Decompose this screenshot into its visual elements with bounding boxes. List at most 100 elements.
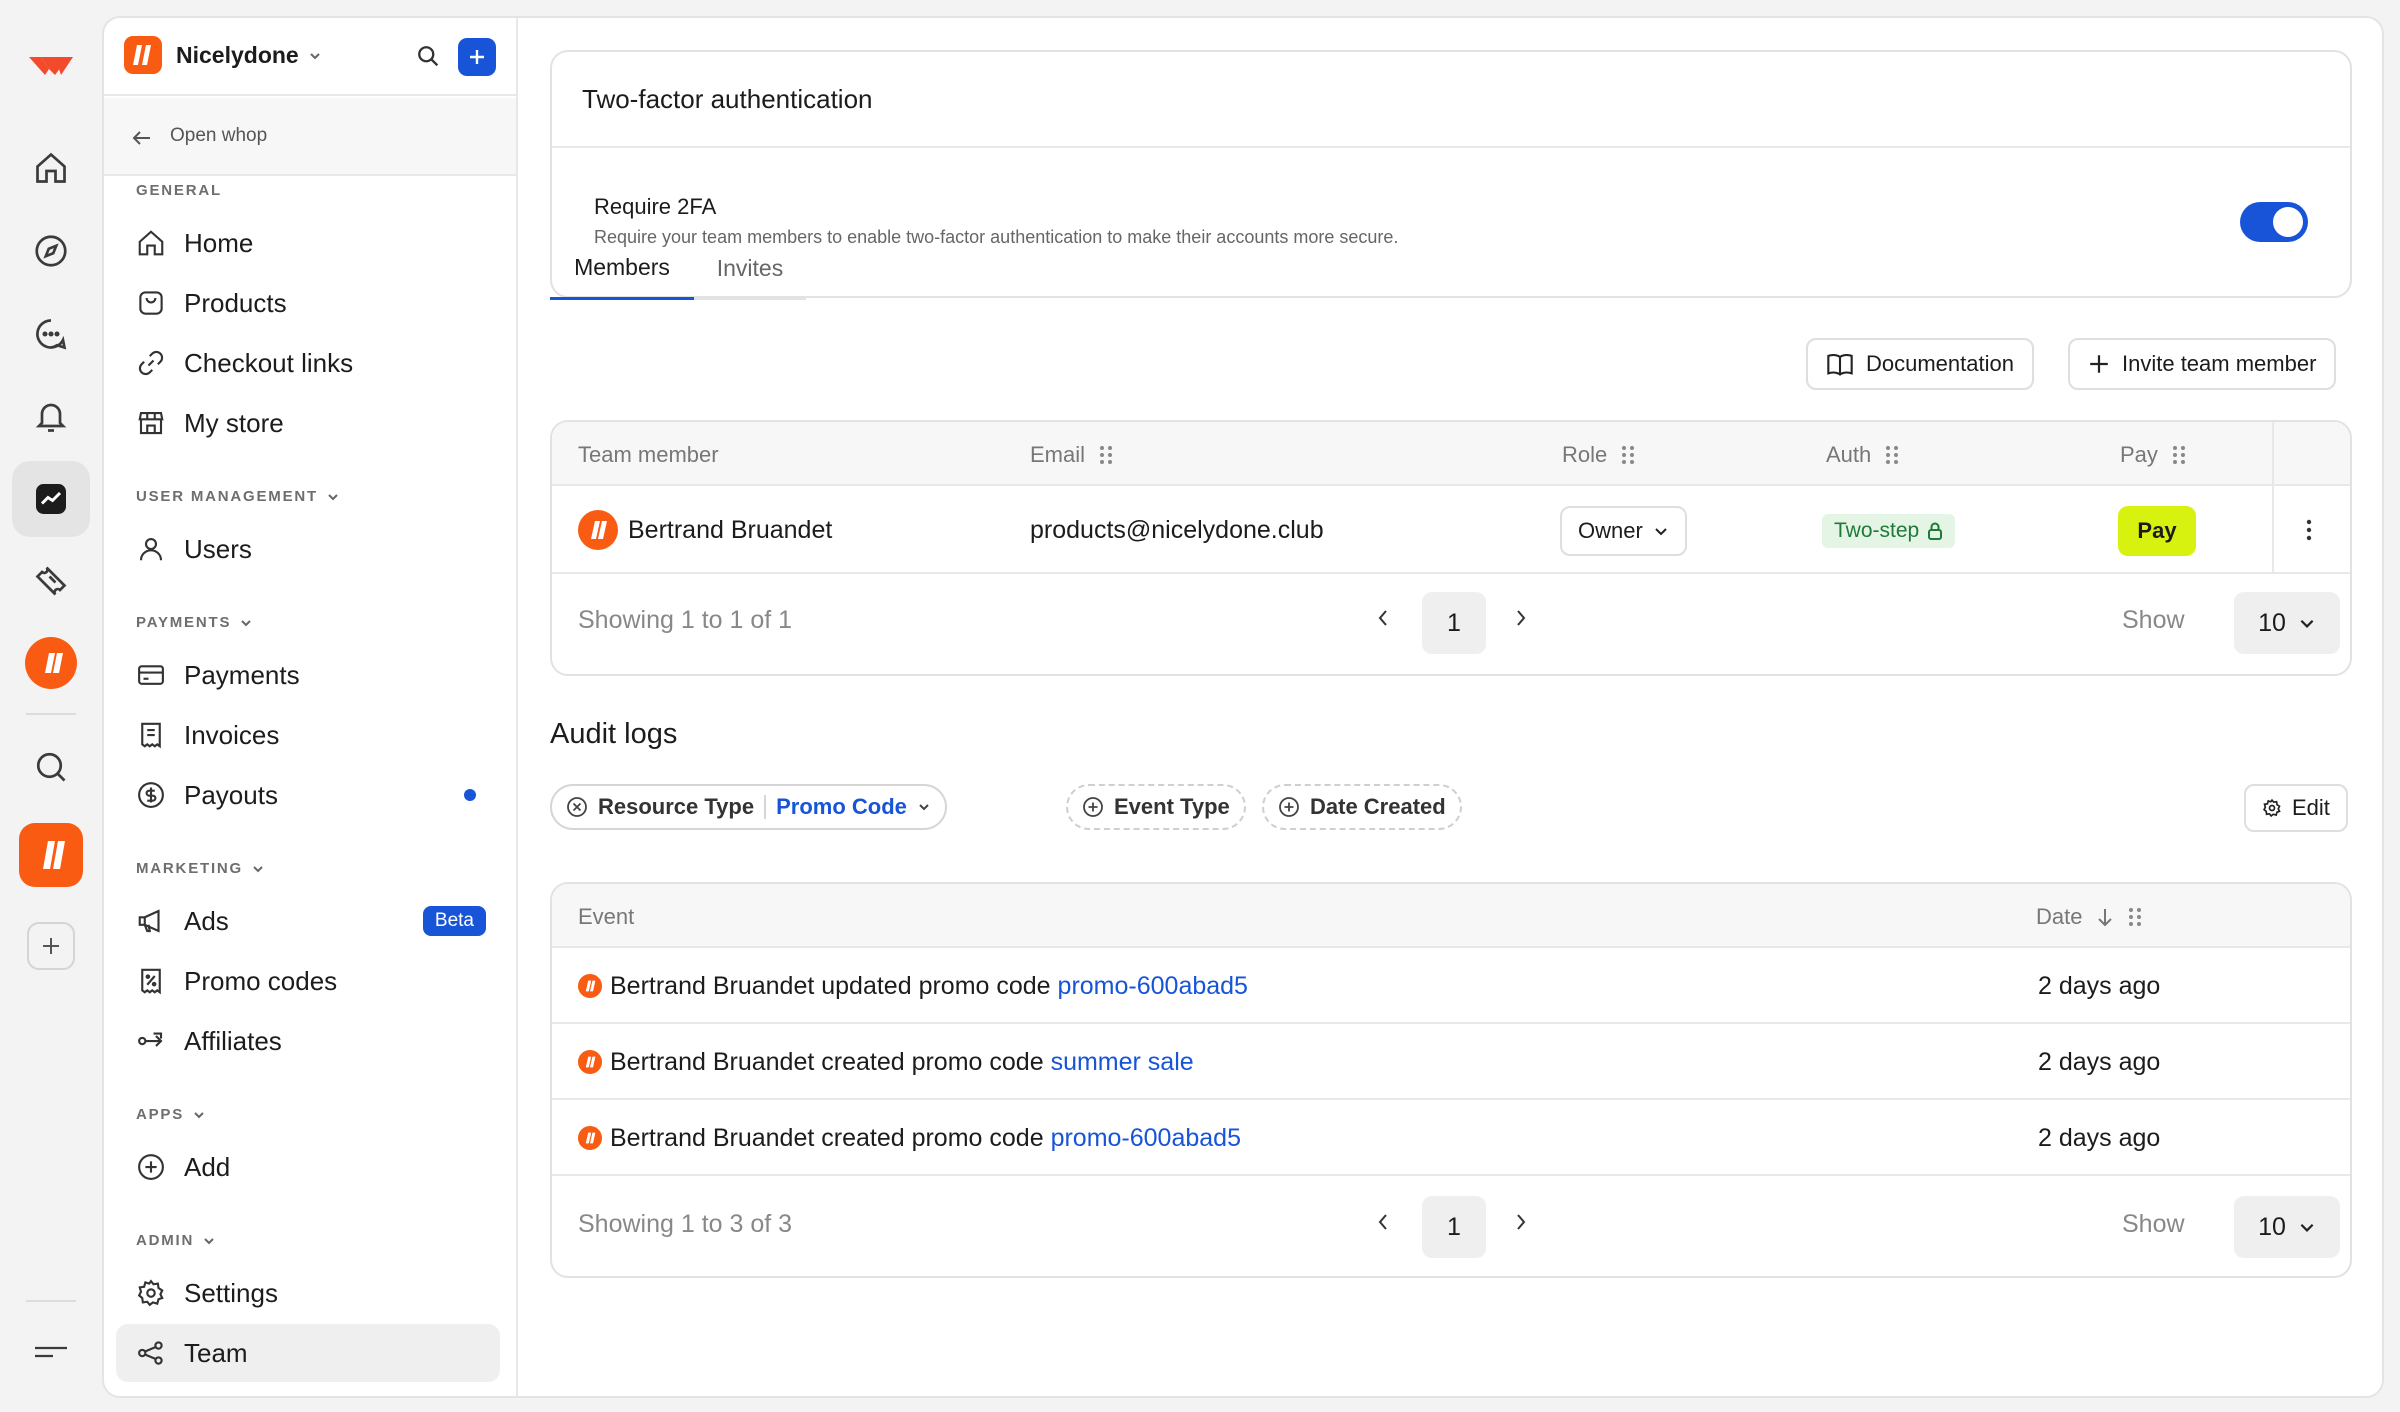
sidebar-item-ads[interactable]: Ads Beta	[116, 892, 500, 950]
table-row: Bertrand Bruandet products@nicelydone.cl…	[552, 486, 2350, 574]
resource-type-filter[interactable]: Resource Type Promo Code	[550, 784, 947, 830]
sidebar-item-promo-codes[interactable]: Promo codes	[116, 952, 500, 1010]
sidebar-item-add[interactable]: Add	[116, 1138, 500, 1196]
chat-icon[interactable]	[13, 296, 89, 372]
column-email[interactable]: Email	[1030, 442, 1113, 468]
ticket-icon[interactable]	[13, 543, 89, 619]
page-size-select[interactable]: 10	[2234, 1196, 2340, 1258]
beta-badge: Beta	[422, 906, 486, 936]
show-label: Show	[2122, 606, 2185, 634]
column-event[interactable]: Event	[578, 904, 634, 930]
tab-members[interactable]: Members	[550, 238, 694, 300]
avatar	[578, 974, 602, 998]
table-row[interactable]: Bertrand Bruandet updated promo code pro…	[552, 948, 2350, 1024]
drag-handle-icon[interactable]	[2172, 445, 2186, 465]
audit-logs-title: Audit logs	[550, 718, 678, 750]
dollar-circle-icon	[134, 778, 168, 812]
bell-icon[interactable]	[13, 379, 89, 455]
dashboard-icon[interactable]	[12, 461, 90, 537]
share-nodes-icon	[134, 1336, 168, 1370]
nicelydone-workspace-icon[interactable]	[13, 817, 89, 893]
sidebar-item-products[interactable]: Products	[116, 274, 500, 332]
section-general: GENERAL	[136, 182, 222, 199]
section-payments[interactable]: PAYMENTS	[136, 614, 253, 631]
clear-filter-icon[interactable]	[566, 796, 588, 818]
filter-value: Promo Code	[776, 794, 907, 819]
chevron-left-icon[interactable]	[1374, 1210, 1392, 1234]
sidebar-item-home[interactable]: Home	[116, 214, 500, 272]
plus-circle-icon	[134, 1150, 168, 1184]
sidebar-item-invoices[interactable]: Invoices	[116, 706, 500, 764]
sort-descending-icon[interactable]	[2096, 907, 2114, 927]
sidebar-item-team[interactable]: Team	[116, 1324, 500, 1382]
column-date[interactable]: Date	[2036, 904, 2142, 930]
column-team-member[interactable]: Team member	[578, 442, 719, 468]
event-type-filter[interactable]: Event Type	[1066, 784, 1246, 830]
sidebar-item-checkout-links[interactable]: Checkout links	[116, 334, 500, 392]
event-target-link[interactable]: promo-600abad5	[1051, 1124, 1241, 1152]
collapse-menu-icon[interactable]	[13, 1314, 89, 1390]
gear-icon	[2263, 798, 2281, 818]
section-admin[interactable]: ADMIN	[136, 1232, 216, 1249]
app-rail	[0, 0, 102, 1412]
sidebar-item-label: Team	[184, 1337, 248, 1368]
filter-label: Date Created	[1310, 794, 1446, 819]
drag-handle-icon[interactable]	[1621, 445, 1635, 465]
sidebar-item-label: Products	[184, 287, 287, 318]
section-marketing[interactable]: MARKETING	[136, 860, 265, 877]
add-workspace-icon[interactable]	[13, 908, 89, 984]
pay-button[interactable]: Pay	[2118, 506, 2196, 556]
create-button[interactable]	[458, 38, 496, 76]
section-apps[interactable]: APPS	[136, 1106, 206, 1123]
invite-label: Invite team member	[2122, 351, 2317, 376]
workspace-switcher[interactable]: Nicelydone	[176, 42, 323, 69]
chevron-right-icon[interactable]	[1512, 1210, 1530, 1234]
event-target-link[interactable]: promo-600abad5	[1058, 972, 1248, 1000]
edit-button[interactable]: Edit	[2244, 784, 2348, 832]
plus-icon	[2090, 355, 2108, 373]
column-pay[interactable]: Pay	[2120, 442, 2186, 468]
sidebar-item-label: Invoices	[184, 719, 280, 750]
column-auth[interactable]: Auth	[1826, 442, 1899, 468]
home-icon[interactable]	[13, 130, 89, 206]
page-number-button[interactable]: 1	[1422, 1196, 1486, 1258]
sidebar-item-payouts[interactable]: Payouts	[116, 766, 500, 824]
tab-invites[interactable]: Invites	[694, 238, 806, 300]
drag-handle-icon[interactable]	[1099, 445, 1113, 465]
sidebar-item-label: Ads	[184, 905, 229, 936]
date-created-filter[interactable]: Date Created	[1262, 784, 1462, 830]
drag-handle-icon[interactable]	[1885, 445, 1899, 465]
chevron-down-icon	[1655, 528, 1667, 536]
chevron-right-icon[interactable]	[1512, 606, 1530, 630]
search-icon[interactable]	[13, 729, 89, 805]
documentation-label: Documentation	[1866, 351, 2014, 376]
role-select[interactable]: Owner	[1560, 506, 1687, 556]
drag-handle-icon[interactable]	[2128, 907, 2142, 927]
nicelydone-app-icon[interactable]	[13, 625, 89, 701]
sidebar-item-label: Promo codes	[184, 965, 338, 996]
sidebar-search-icon[interactable]	[414, 42, 442, 70]
whop-logo-icon[interactable]	[13, 26, 89, 102]
table-row[interactable]: Bertrand Bruandet created promo code sum…	[552, 1024, 2350, 1100]
open-whop-link[interactable]: Open whop	[104, 98, 516, 176]
documentation-button[interactable]: Documentation	[1806, 338, 2034, 390]
sidebar-item-users[interactable]: Users	[116, 520, 500, 578]
sidebar-item-affiliates[interactable]: Affiliates	[116, 1012, 500, 1070]
page-number-button[interactable]: 1	[1422, 592, 1486, 654]
sidebar-item-my-store[interactable]: My store	[116, 394, 500, 452]
section-user-management[interactable]: USER MANAGEMENT	[136, 488, 340, 505]
sidebar-item-settings[interactable]: Settings	[116, 1264, 500, 1322]
chevron-left-icon[interactable]	[1374, 606, 1392, 630]
column-role[interactable]: Role	[1562, 442, 1635, 468]
event-target-link[interactable]: summer sale	[1051, 1048, 1194, 1076]
require-2fa-toggle[interactable]	[2240, 202, 2308, 242]
page-size-select[interactable]: 10	[2234, 592, 2340, 654]
sidebar-item-payments[interactable]: Payments	[116, 646, 500, 704]
invite-team-member-button[interactable]: Invite team member	[2068, 338, 2337, 390]
table-row[interactable]: Bertrand Bruandet created promo code pro…	[552, 1100, 2350, 1176]
column-label: Team member	[578, 442, 719, 467]
more-options-icon[interactable]	[2304, 518, 2314, 542]
members-table: Team member Email Role Auth Pay Bertrand…	[550, 420, 2352, 676]
compass-icon[interactable]	[13, 213, 89, 289]
lock-icon	[1928, 522, 1943, 540]
